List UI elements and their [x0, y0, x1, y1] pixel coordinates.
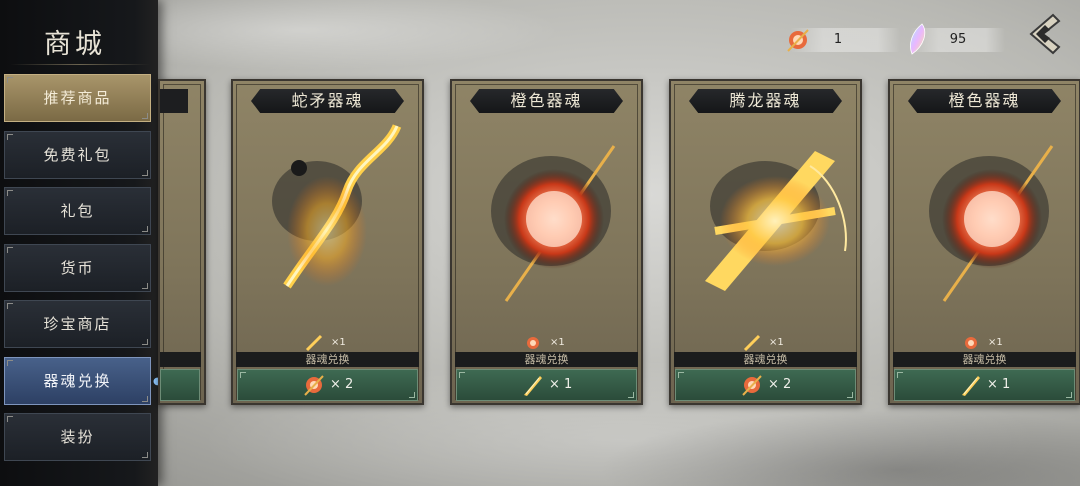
- blade-shard-icon: [524, 376, 542, 396]
- shop-sidebar: 商城 推荐商品 免费礼包 礼包 货币 珍宝商店 器魂兑换 装扮: [0, 0, 158, 486]
- card-title: 橙色器魂: [908, 89, 1061, 113]
- item-card-orange-soul[interactable]: 橙色器魂 ×1 器魂兑换 × 1: [450, 79, 643, 405]
- blade-shard-icon: [743, 334, 761, 352]
- menu-item-label: 器魂兑换: [43, 371, 112, 390]
- exchange-cost: × 2: [768, 377, 792, 392]
- card-title: 腾龙器魂: [689, 89, 842, 113]
- currency-soul-orb: 1: [787, 28, 900, 52]
- menu-item-label: 货币: [60, 258, 95, 277]
- menu-item-treasure-shop[interactable]: 珍宝商店: [4, 300, 151, 348]
- blade-shard-icon: [962, 376, 980, 396]
- dragon-crossbow-icon: [705, 151, 847, 291]
- owned-count: ×1: [331, 337, 346, 348]
- menu-item-appearance[interactable]: 装扮: [4, 413, 151, 461]
- blade-shard-icon: [305, 334, 323, 352]
- exchange-label: 器魂兑换: [455, 352, 638, 367]
- owned-count-row: ×1: [452, 334, 641, 352]
- orange-soul-orb-icon: [491, 145, 616, 302]
- owned-count: ×1: [769, 337, 784, 348]
- menu-item-label: 礼包: [60, 202, 95, 220]
- exchange-button[interactable]: × 1: [894, 369, 1075, 401]
- title-divider: [10, 64, 150, 65]
- item-card-serpent-spear[interactable]: 蛇矛器魂 ×1 器魂兑换 × 2: [231, 79, 424, 405]
- owned-count-row: ×1: [890, 334, 1079, 352]
- owned-count-row: ×1: [233, 334, 422, 352]
- currency-value: 1: [833, 32, 843, 47]
- menu-item-currency[interactable]: 货币: [4, 243, 151, 292]
- exchange-label: 器魂兑换: [674, 352, 857, 367]
- exchange-button[interactable]: × 1: [456, 369, 637, 401]
- owned-count: ×1: [988, 337, 1003, 348]
- back-arrow-icon[interactable]: [1023, 11, 1063, 57]
- currency-value: 95: [949, 32, 967, 47]
- currency-crystal: 95: [910, 23, 1005, 55]
- shop-menu: 推荐商品 免费礼包 礼包 货币 珍宝商店 器魂兑换 装扮: [4, 74, 151, 470]
- serpent-spear-icon: [272, 124, 402, 289]
- owned-count: ×1: [550, 337, 565, 348]
- exchange-cost: × 1: [987, 377, 1011, 392]
- menu-item-soul-exchange[interactable]: 器魂兑换: [4, 356, 151, 405]
- crystal-feather-icon: [910, 23, 926, 55]
- item-card-orange-soul-2[interactable]: 橙色器魂 ×1 器魂兑换 × 1: [888, 79, 1080, 405]
- menu-item-label: 免费礼包: [43, 145, 112, 164]
- menu-item-label: 推荐商品: [43, 89, 112, 107]
- soul-orb-icon: [304, 375, 324, 396]
- exchange-label: 器魂兑换: [236, 352, 419, 367]
- exchange-button[interactable]: × 2: [675, 369, 856, 401]
- soul-orb-icon: [965, 337, 977, 349]
- exchange-cost: × 1: [549, 377, 573, 392]
- item-card-partial[interactable]: [158, 79, 206, 405]
- exchange-label: 器魂兑换: [893, 352, 1076, 367]
- card-title: 橙色器魂: [470, 89, 623, 113]
- owned-count-row: ×1: [671, 334, 860, 352]
- menu-item-free-gifts[interactable]: 免费礼包: [4, 130, 151, 179]
- shop-title: 商城: [44, 29, 106, 60]
- exchange-button[interactable]: × 2: [237, 369, 418, 401]
- menu-item-label: 装扮: [60, 428, 95, 446]
- menu-item-gift-packs[interactable]: 礼包: [4, 187, 151, 235]
- orange-soul-orb-icon: [929, 145, 1054, 302]
- menu-item-label: 珍宝商店: [43, 315, 112, 333]
- soul-orb-icon: [742, 375, 762, 396]
- item-card-dragon-soul[interactable]: 腾龙器魂 ×1 器魂兑换 × 2: [669, 79, 862, 405]
- soul-orb-icon: [527, 337, 539, 349]
- card-title: 蛇矛器魂: [251, 89, 404, 113]
- exchange-cost: × 2: [330, 377, 354, 392]
- menu-item-recommended[interactable]: 推荐商品: [4, 74, 151, 122]
